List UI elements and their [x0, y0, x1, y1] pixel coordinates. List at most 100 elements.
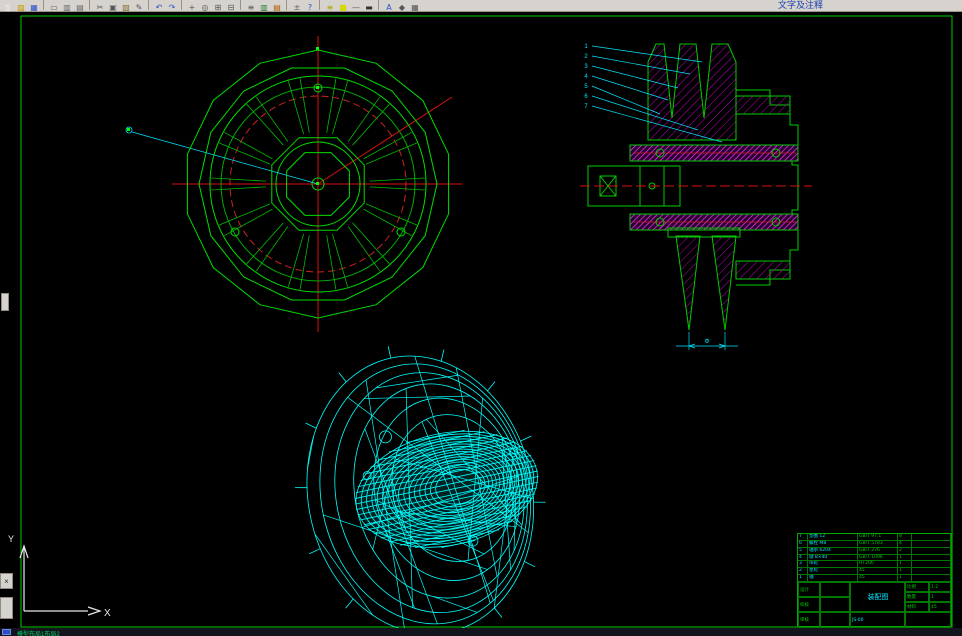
toolbar-separator — [89, 0, 92, 10]
parts-list-cell — [912, 561, 951, 569]
parts-list-cell — [912, 575, 951, 582]
parts-list-cell: 轴 — [808, 575, 858, 582]
properties-icon[interactable]: ≡ — [245, 2, 257, 13]
command-panel-button[interactable] — [0, 597, 13, 619]
title-block-cell-material: 45 — [929, 602, 951, 612]
parts-list-cell — [912, 554, 951, 562]
linetype-icon[interactable]: — — [350, 2, 362, 13]
title-block-cell-material_label: 材料 — [905, 602, 929, 612]
new-file-icon[interactable]: ▯ — [2, 2, 14, 13]
layer-color-icon[interactable]: ■ — [337, 2, 349, 13]
toolbar-separator — [181, 0, 184, 10]
front-view-drawing — [125, 36, 462, 332]
title-block-cell — [820, 582, 850, 597]
docked-toolbar-grip[interactable] — [1, 293, 9, 311]
table-style-icon[interactable]: ▦ — [409, 2, 421, 13]
close-icon[interactable]: × — [0, 573, 13, 589]
lineweight-icon[interactable]: ▬ — [363, 2, 375, 13]
style-combo[interactable]: 文字及注释 — [778, 0, 823, 11]
toolbar-separator — [286, 0, 289, 10]
publish-icon[interactable]: ▤ — [74, 2, 86, 13]
parts-list-cell: 1 — [898, 554, 912, 562]
toolbar-separator — [240, 0, 243, 10]
parts-list-cell: 4 — [898, 540, 912, 548]
ucs-x-arrowhead — [87, 606, 102, 616]
parts-list-cell: GB/T 5783 — [858, 540, 898, 548]
pulley-bottom-tooth — [711, 235, 737, 331]
text-style-icon[interactable]: A — [383, 2, 395, 13]
open-file-icon[interactable]: ▨ — [15, 2, 27, 13]
title-block-cell-scale_label: 比例 — [905, 582, 929, 592]
title-block-cell-name: 装配图 — [850, 582, 905, 612]
parts-list: 7 垫圈 12 GB/T 97.1 8 6 螺栓 M8 GB/T 5783 4 5 轴承 6204… — [798, 534, 951, 582]
paste-icon[interactable]: ▧ — [120, 2, 132, 13]
title-block-cell — [905, 612, 951, 628]
match-properties-icon[interactable]: ✎ — [133, 2, 145, 13]
parts-list-cell: 带轮 — [808, 561, 858, 569]
layout-tab-1[interactable]: 布局1 — [29, 632, 44, 636]
undo-icon[interactable]: ↶ — [153, 2, 165, 13]
title-block-cell-qty: 1 — [929, 592, 951, 602]
centerline-diagonal — [317, 96, 453, 185]
cut-icon[interactable]: ✂ — [94, 2, 106, 13]
ucs-x-label: X — [104, 608, 111, 619]
flange-section — [736, 89, 799, 286]
balloon-number: 3 — [584, 64, 588, 70]
grip-point[interactable] — [316, 86, 319, 89]
ucs-icon: X Y — [8, 534, 111, 619]
dim-style-icon[interactable]: ◆ — [396, 2, 408, 13]
zoom-window-icon[interactable]: ⊞ — [212, 2, 224, 13]
tool-palettes-icon[interactable]: ▤ — [271, 2, 283, 13]
balloon-number: 4 — [584, 74, 588, 80]
parts-list-cell: GB/T 1096 — [858, 554, 898, 562]
pulley-top-section — [647, 43, 737, 141]
parts-list-cell: GB/T 276 — [858, 547, 898, 555]
quickcalc-icon[interactable]: ± — [291, 2, 303, 13]
parts-list-cell: 键 8×40 — [808, 554, 858, 562]
title-block-cell-qty_label: 数量 — [905, 592, 929, 602]
zoom-previous-icon[interactable]: ⊟ — [225, 2, 237, 13]
grip-point[interactable] — [316, 47, 319, 50]
parts-list-cell: 1 — [798, 575, 808, 582]
layout-tab-2[interactable]: 布局2 — [44, 632, 59, 636]
flange-hatch-top — [735, 95, 791, 115]
parts-list-cell: 1 — [898, 561, 912, 569]
balloon-number: 6 — [584, 94, 588, 100]
balloon-number: 7 — [584, 104, 588, 110]
zoom-realtime-icon[interactable]: ◎ — [199, 2, 211, 13]
taskbar-strip: 模型布局1布局2 — [0, 628, 962, 636]
parts-list-cell — [912, 547, 951, 555]
title-block-cell-code: JS-00 — [850, 612, 905, 628]
grip-point[interactable] — [127, 128, 130, 131]
standard-toolbar: ▯ ▨ ▦ ▭ ▥ ▤ ✂ ▣ ▧ ✎ ↶ ↷ + ◎ ⊞ ⊟ ≡ ▥ ▤ ±? ≡ ■ — ▬ A ◆ ▦ 文字及注释 — [0, 0, 962, 12]
save-file-icon[interactable]: ▦ — [28, 2, 40, 13]
title-block-cell-designer: 设计 — [798, 582, 820, 597]
parts-list-cell: 2 — [898, 547, 912, 555]
toolbar-separator — [319, 0, 322, 10]
title-block-cell-checker: 校核 — [798, 597, 820, 612]
layout-tab-0[interactable]: 模型 — [17, 632, 29, 636]
parts-list-cell: HT200 — [858, 561, 898, 569]
title-block-cell — [820, 612, 850, 628]
redo-icon[interactable]: ↷ — [166, 2, 178, 13]
plot-preview-icon[interactable]: ▥ — [61, 2, 73, 13]
section-view-drawing: Φ 1 2 3 4 5 6 7 — [580, 43, 812, 350]
pulley-bottom-tooth — [675, 235, 701, 331]
help-icon[interactable]: ? — [304, 2, 316, 13]
plot-icon[interactable]: ▭ — [48, 2, 60, 13]
parts-list-cell: 4 — [798, 554, 808, 562]
parts-list-cell: 45 — [858, 568, 898, 576]
copy-icon[interactable]: ▣ — [107, 2, 119, 13]
parts-list-cell: 垫圈 12 — [808, 534, 858, 541]
toolbar-separator — [43, 0, 46, 10]
toolbar-icons: ▯ ▨ ▦ ▭ ▥ ▤ ✂ ▣ ▧ ✎ ↶ ↷ + ◎ ⊞ ⊟ ≡ ▥ ▤ ±? ≡ ■ — ▬ A ◆ ▦ — [2, 0, 422, 15]
wireframe-3d-view — [295, 346, 546, 636]
start-button[interactable] — [2, 629, 11, 635]
parts-list-cell: 星轮 — [808, 568, 858, 576]
pan-icon[interactable]: + — [186, 2, 198, 13]
toolbar-spacer — [422, 5, 778, 6]
designcenter-icon[interactable]: ▥ — [258, 2, 270, 13]
grip-point[interactable] — [316, 182, 319, 185]
layers-icon[interactable]: ≡ — [324, 2, 336, 13]
flange-hatch-bottom — [735, 260, 791, 280]
